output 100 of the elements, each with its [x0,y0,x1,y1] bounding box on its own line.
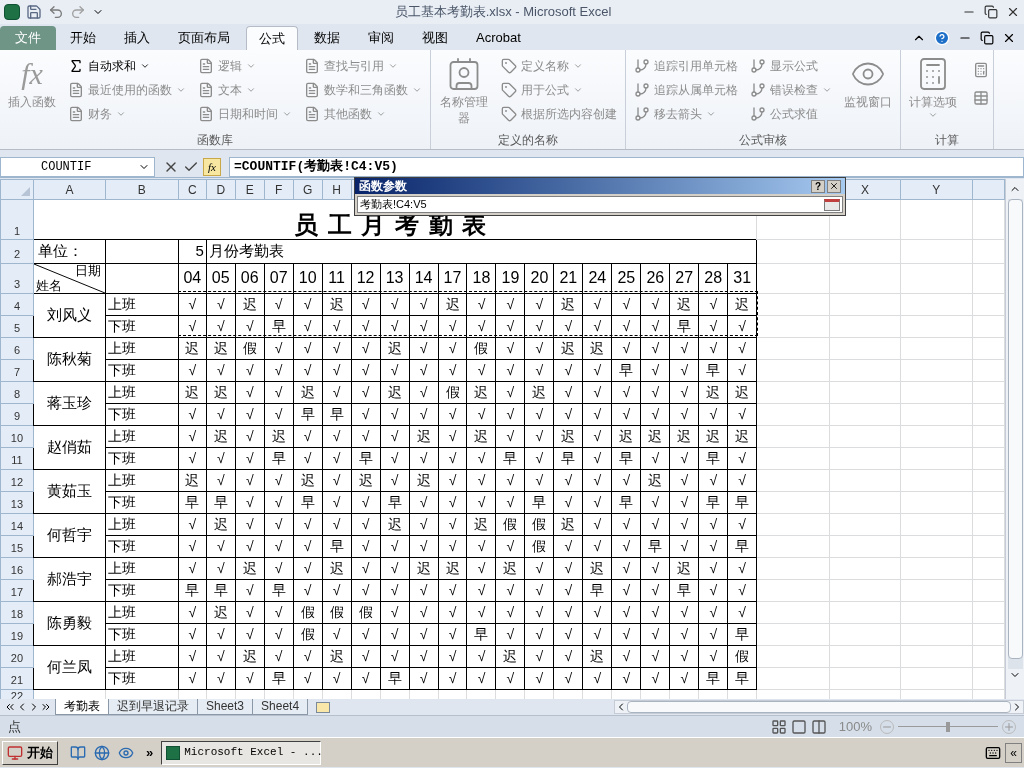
table-cell: 迟 [727,425,757,447]
ribbon-tab[interactable]: Acrobat [464,26,533,50]
close-button[interactable] [827,179,841,193]
table-cell: √ [438,645,467,667]
row-header[interactable]: 20 [0,645,34,667]
row-header[interactable]: 7 [0,359,34,381]
sheet-tab[interactable]: 考勤表 [55,699,109,715]
table-cell: √ [206,469,236,491]
sheet-tab[interactable]: 迟到早退记录 [108,699,198,715]
column-header[interactable]: A [33,179,106,200]
ribbon-tab[interactable]: 公式 [246,26,298,50]
help-icon[interactable] [934,30,950,46]
table-icon[interactable] [973,90,989,106]
row-header[interactable]: 2 [0,239,34,263]
page-layout-icon[interactable] [790,718,807,735]
more-chevron[interactable]: » [146,742,154,763]
start-button[interactable]: 开始 [2,740,58,765]
table-cell: √ [351,513,381,535]
column-header[interactable]: H [322,179,352,200]
close-icon[interactable] [1002,31,1016,45]
ribbon-tab[interactable]: 数据 [302,26,352,50]
redo-icon[interactable] [70,4,86,20]
insert-function-button[interactable]: fx [203,157,221,176]
close-icon[interactable] [1006,5,1020,19]
table-cell: √ [264,513,294,535]
ribbon-tab[interactable]: 页面布局 [166,26,242,50]
ribbon-tab[interactable]: 开始 [58,26,108,50]
column-header[interactable]: G [293,179,323,200]
new-sheet-icon[interactable] [316,701,331,713]
row-header[interactable]: 11 [0,447,34,469]
row-header[interactable]: 19 [0,623,34,645]
sheet-tab[interactable]: Sheet3 [197,699,254,715]
browser-icon[interactable] [94,744,110,761]
row-header[interactable]: 5 [0,315,34,337]
table-cell: √ [264,645,294,667]
column-header[interactable]: B [105,179,179,200]
range-field[interactable]: 考勤表!C4:V5 [357,196,843,213]
save-icon[interactable] [26,4,42,20]
page-break-icon[interactable] [810,718,827,735]
formula-field[interactable]: =COUNTIF(考勤表!C4:V5) [229,156,1024,177]
table-cell: √ [553,645,583,667]
name-box[interactable]: COUNTIF [0,156,155,177]
first-sheet-icon[interactable] [4,701,16,713]
help-button[interactable]: ? [811,179,825,193]
table-cell: √ [553,315,583,337]
column-header[interactable]: E [235,179,265,200]
normal-view-icon[interactable] [770,718,787,735]
column-header[interactable]: F [264,179,294,200]
undo-icon[interactable] [48,4,64,20]
row-header[interactable]: 14 [0,513,34,535]
row-header[interactable]: 4 [0,293,34,315]
last-sheet-icon[interactable] [40,701,52,713]
column-header[interactable]: C [178,179,207,200]
column-header[interactable]: Y [900,179,973,200]
table-cell: 迟 [524,381,554,403]
expand-dialog-icon[interactable] [824,198,840,211]
table-cell: √ [582,425,612,447]
ribbon-button[interactable]: 自动求和 [64,54,190,78]
row-header[interactable]: 8 [0,381,34,403]
row-header[interactable]: 10 [0,425,34,447]
document-icon [68,82,84,98]
column-header[interactable]: D [206,179,236,200]
calculator-icon[interactable] [973,62,989,78]
table-cell: √ [264,601,294,623]
table-cell: √ [380,425,410,447]
table-cell: √ [582,293,612,315]
row-header[interactable]: 13 [0,491,34,513]
table-cell: √ [264,469,294,491]
branch-icon [750,82,766,98]
keyboard-icon[interactable] [985,744,1002,761]
shift-label: 下班 [105,315,179,337]
row-header[interactable]: 1 [0,199,34,240]
ribbon-tab[interactable]: 审阅 [356,26,406,50]
row-header[interactable]: 6 [0,337,34,359]
row-header[interactable]: 9 [0,403,34,425]
row-header[interactable]: 3 [0,263,34,293]
zoom-slider-thumb[interactable] [946,721,950,732]
table-cell: 假 [293,623,323,645]
tray-toggle[interactable]: « [1005,742,1022,763]
sheet-tab[interactable]: Sheet4 [252,699,309,715]
table-cell: 迟 [582,557,612,579]
table-cell: 早 [351,447,381,469]
restore-icon[interactable] [984,5,998,19]
row-header[interactable]: 16 [0,557,34,579]
row-header[interactable]: 12 [0,469,34,491]
table-cell: 迟 [669,557,699,579]
row-header[interactable]: 21 [0,667,34,689]
ribbon-tab[interactable]: 视图 [410,26,460,50]
table-cell: 迟 [495,557,525,579]
restore-icon[interactable] [980,31,994,45]
row-header[interactable]: 18 [0,601,34,623]
table-cell: √ [178,557,207,579]
horizontal-scrollbar[interactable] [614,700,1024,714]
taskbar-button[interactable]: Microsoft Excel - ... [161,740,322,765]
table-cell: √ [698,469,728,491]
vertical-scrollbar[interactable] [1005,179,1024,699]
row-header[interactable]: 17 [0,579,34,601]
ribbon-tab[interactable]: 插入 [112,26,162,50]
row-header[interactable]: 15 [0,535,34,557]
table-cell: 迟 [380,513,410,535]
